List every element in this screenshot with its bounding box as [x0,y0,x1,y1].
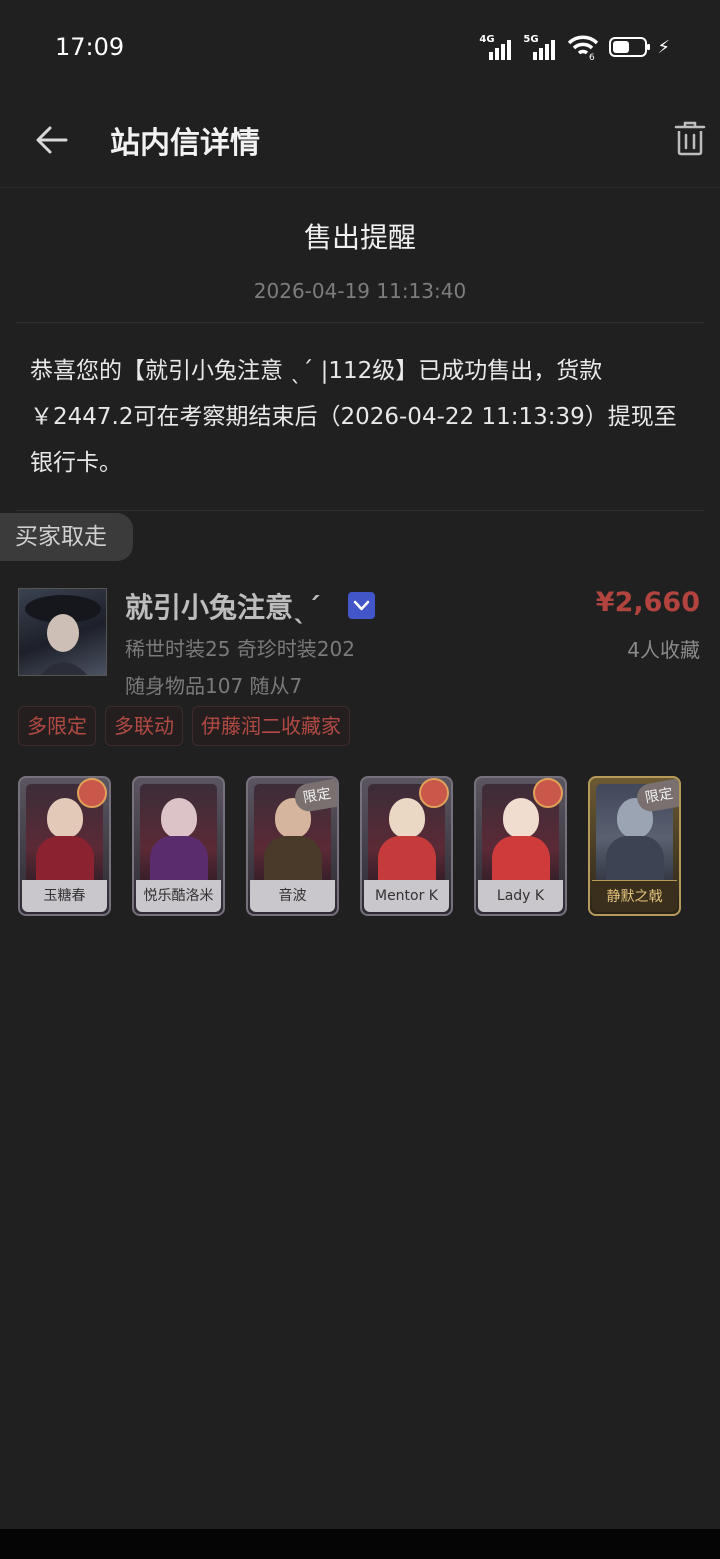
divider [16,510,704,511]
tag-chip: 多联动 [105,706,183,746]
message-body: 恭喜您的【就引小兔注意 ˎˊ |112级】已成功售出，货款￥2447.2可在考察… [30,358,677,476]
signal-4g-icon: 4G [479,34,513,60]
message-title: 售出提醒 [303,221,416,254]
status-icons: 4G 5G 6 ⚡ [479,32,670,62]
collab-mark-icon [77,778,107,808]
costume-name: Lady K [478,880,563,912]
wifi-badge: 6 [589,53,595,60]
costume-card[interactable]: 悦乐酷洛米 [132,776,225,916]
tag-chip: 多限定 [18,706,96,746]
favorites-count: 4人收藏 [627,638,700,662]
account-avatar[interactable] [18,588,107,676]
costume-card[interactable]: 限定 音波 [246,776,339,916]
costume-name: 悦乐酷洛米 [136,880,221,912]
costume-name: 音波 [250,880,335,912]
costume-card-list: 玉糖春 悦乐酷洛米 限定 音波 Mentor K Lady K 限定 静默之戟 [18,776,708,918]
account-stats-line1: 稀世时装25 奇珍时装202 [125,637,355,661]
costume-name: Mentor K [364,880,449,912]
back-arrow-icon[interactable] [30,118,74,162]
nav-bar: 站内信详情 [0,96,720,188]
bottom-gesture-area [0,1529,720,1559]
tag-chip: 伊藤润二收藏家 [192,706,350,746]
message-time: 2026-04-19 11:13:40 [253,279,467,303]
status-time: 17:09 [55,33,125,61]
tag-list: 多限定 多联动 伊藤润二收藏家 [18,706,350,746]
signal-5g-icon: 5G [523,34,557,60]
account-stats-line2: 随身物品107 随从7 [125,674,303,698]
collab-mark-icon [533,778,563,808]
costume-name: 静默之戟 [592,880,677,912]
collab-mark-icon [419,778,449,808]
wifi-icon: 6 [568,35,599,60]
costume-card[interactable]: Lady K [474,776,567,916]
status-bar: 17:09 4G 5G 6 ⚡ [0,0,720,96]
trash-icon[interactable] [670,118,710,158]
page-title: 站内信详情 [110,126,260,161]
costume-card[interactable]: 限定 静默之戟 [588,776,681,916]
charging-icon: ⚡ [657,36,670,58]
battery-icon [609,37,651,57]
costume-name: 玉糖春 [22,880,107,912]
costume-card[interactable]: Mentor K [360,776,453,916]
divider [16,322,704,323]
verified-chevron-icon [348,592,375,619]
account-name[interactable]: 就引小兔注意ˎˊ [125,586,321,626]
costume-card[interactable]: 玉糖春 [18,776,111,916]
account-price: ¥2,660 [595,587,700,618]
buyer-badge: 买家取走 [0,513,133,561]
